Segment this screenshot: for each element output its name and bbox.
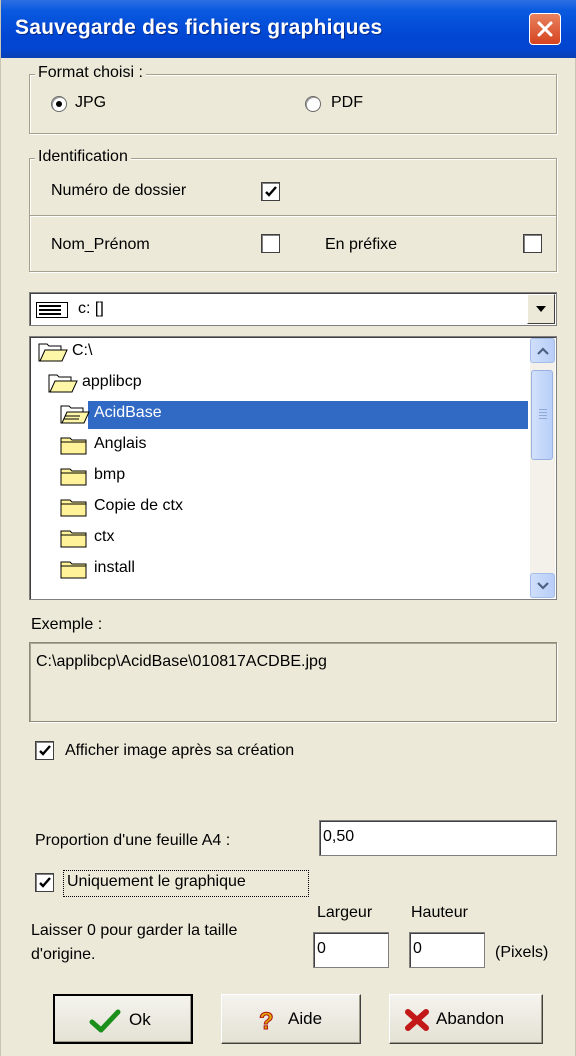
numero-dossier-label: Numéro de dossier [51, 182, 187, 199]
example-path-box: C:\applibcp\AcidBase\010817ACDBE.jpg [29, 642, 557, 722]
en-prefixe-checkbox[interactable] [523, 234, 542, 253]
afficher-image-checkbox[interactable] [35, 741, 54, 760]
ok-button[interactable]: Ok [53, 994, 193, 1044]
folder-row-acidbase[interactable]: AcidBase [30, 399, 530, 429]
folder-label: ctx [94, 528, 115, 545]
title-bar[interactable]: Sauvegarde des fichiers graphiques [1, 0, 576, 58]
close-icon [537, 21, 553, 37]
chevron-up-icon [537, 347, 549, 355]
folder-label: Copie de ctx [94, 497, 183, 514]
folder-row-anglais[interactable]: Anglais [30, 430, 530, 460]
hauteur-field[interactable] [409, 932, 485, 968]
window-title: Sauvegarde des fichiers graphiques [15, 16, 383, 39]
example-label: Exemple : [31, 616, 103, 633]
numero-dossier-checkbox[interactable] [261, 182, 280, 201]
drive-select[interactable]: c: [] [29, 292, 557, 326]
folder-icon [60, 499, 87, 517]
scroll-grip [539, 415, 547, 416]
hauteur-label: Hauteur [411, 904, 468, 921]
size-hint-line1: Laisser 0 pour garder la taille [31, 922, 238, 939]
example-path: C:\applibcp\AcidBase\010817ACDBE.jpg [36, 653, 327, 670]
scroll-grip [539, 412, 547, 413]
open-folder-icon [48, 374, 78, 393]
scroll-thumb[interactable] [531, 370, 553, 460]
folder-row-applibcp[interactable]: applibcp [30, 368, 530, 398]
folder-icon [60, 561, 87, 579]
radio-pdf[interactable] [305, 96, 321, 112]
folder-label: install [94, 559, 135, 576]
folder-row-root[interactable]: C:\ [30, 337, 530, 367]
checkmark-icon [39, 745, 51, 756]
folder-icon [60, 468, 87, 486]
scroll-down-button[interactable] [530, 573, 555, 598]
size-hint-line2: d'origine. [31, 946, 96, 963]
drive-value: c: [] [78, 300, 104, 317]
folder-row-copie-de-ctx[interactable]: Copie de ctx [30, 492, 530, 522]
proportion-input[interactable] [323, 825, 551, 849]
afficher-image-label[interactable]: Afficher image après sa création [65, 742, 294, 760]
open-folder-icon [38, 343, 68, 362]
scroll-grip [539, 418, 547, 419]
folder-row-install[interactable]: install [30, 554, 530, 584]
cancel-button-label: Abandon [436, 1009, 505, 1028]
largeur-label: Largeur [317, 904, 373, 921]
checkmark-icon [39, 877, 51, 888]
pixels-unit-label: (Pixels) [495, 944, 549, 961]
scroll-grip [539, 409, 547, 410]
folder-row-bmp[interactable]: bmp [30, 461, 530, 491]
red-x-icon [405, 1009, 429, 1031]
hauteur-input[interactable] [413, 937, 479, 961]
help-button[interactable]: ? Aide [221, 994, 361, 1044]
en-prefixe-label: En préfixe [325, 236, 398, 253]
largeur-field[interactable] [313, 932, 389, 968]
chevron-down-icon [537, 582, 549, 590]
drive-dropdown-button[interactable] [527, 294, 555, 324]
nom-prenom-checkbox[interactable] [261, 234, 280, 253]
nom-prenom-label: Nom_Prénom [51, 236, 150, 253]
folder-label: bmp [94, 466, 126, 483]
folder-tree[interactable]: C:\ applibcp AcidBase Anglais bmp Copie … [29, 336, 557, 600]
folder-icon [60, 437, 87, 455]
uniquement-checkbox[interactable] [35, 873, 54, 892]
folder-label: C:\ [72, 342, 93, 359]
ok-button-label: Ok [129, 1010, 151, 1029]
folder-tree-scrollbar[interactable] [530, 338, 555, 598]
save-graphics-dialog: Sauvegarde des fichiers graphiques Forma… [0, 0, 576, 1056]
folder-icon [60, 530, 87, 548]
folder-label: AcidBase [94, 404, 162, 421]
chevron-down-icon [536, 306, 546, 312]
largeur-input[interactable] [317, 937, 383, 961]
close-button[interactable] [529, 13, 561, 45]
svg-text:?: ? [259, 1008, 274, 1032]
radio-jpg-label[interactable]: JPG [75, 94, 106, 112]
open-folder-icon [60, 405, 90, 424]
folder-label: applibcp [82, 373, 142, 390]
format-legend: Format choisi : [35, 64, 146, 82]
format-group [29, 74, 557, 134]
identification-legend: Identification [35, 148, 131, 166]
proportion-field[interactable] [319, 820, 557, 856]
folder-row-ctx[interactable]: ctx [30, 523, 530, 553]
checkmark-icon [265, 186, 277, 197]
radio-jpg[interactable] [51, 96, 67, 112]
identification-separator [30, 215, 556, 217]
drive-icon [36, 302, 68, 318]
proportion-label: Proportion d'une feuille A4 : [35, 832, 231, 849]
uniquement-label[interactable]: Uniquement le graphique [67, 873, 246, 891]
checkmark-icon [89, 1009, 121, 1033]
scroll-up-button[interactable] [530, 338, 555, 363]
cancel-button[interactable]: Abandon [389, 994, 543, 1044]
help-button-label: Aide [288, 1009, 323, 1028]
radio-pdf-label[interactable]: PDF [331, 94, 363, 112]
question-mark-icon: ? [259, 1008, 275, 1032]
folder-label: Anglais [94, 435, 147, 452]
